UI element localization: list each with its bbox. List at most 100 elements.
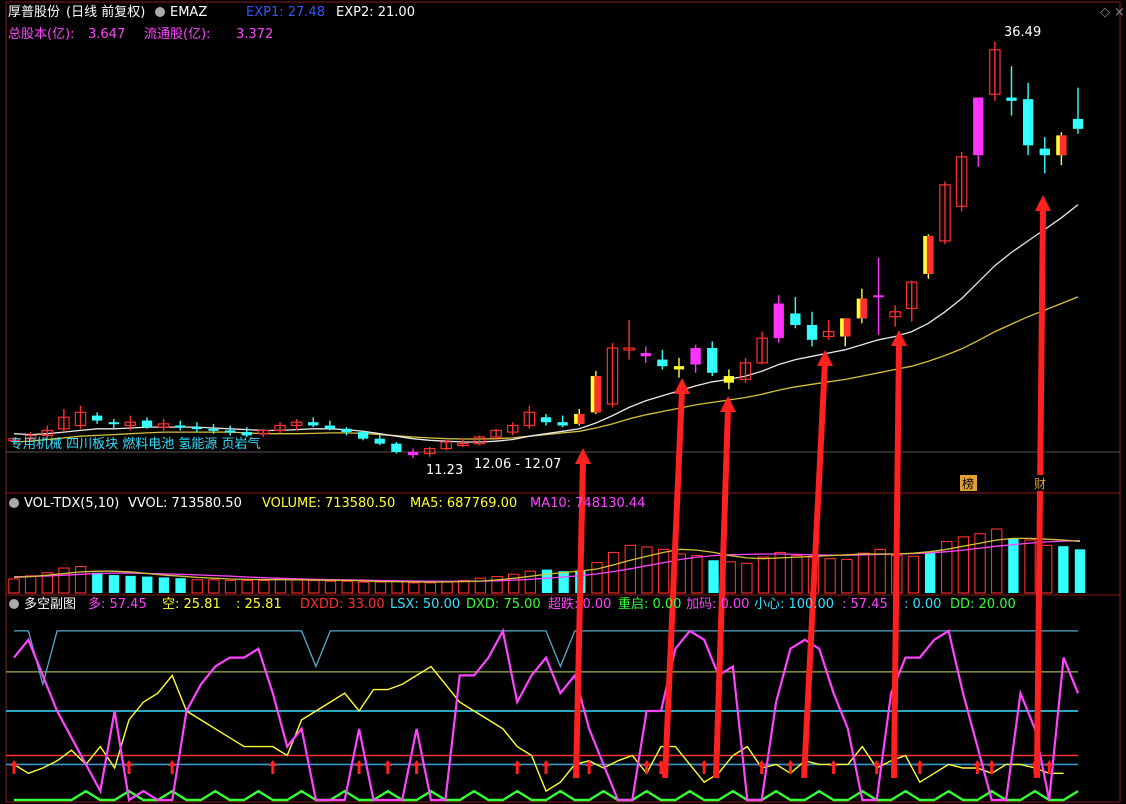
candle-body <box>873 295 884 298</box>
volume-value: VOLUME: 713580.50 <box>262 496 395 511</box>
volume-title[interactable]: VOL-TDX(5,10) <box>24 496 119 511</box>
volume-bar <box>691 555 703 594</box>
volume-bar <box>208 579 220 594</box>
float-shares-value: 3.372 <box>236 27 273 42</box>
annotation-arrow-head <box>1035 195 1051 211</box>
candle-body <box>141 420 153 428</box>
close-icon[interactable]: × <box>1114 5 1125 20</box>
annotation-arrow-head <box>891 330 907 346</box>
volume-bar <box>408 582 420 594</box>
ma10-value: MA10: 748130.44 <box>530 496 645 511</box>
volume-bar <box>1024 539 1036 594</box>
candle-body <box>1022 99 1034 146</box>
settings-diamond-icon[interactable]: ◇ <box>1100 5 1110 20</box>
ind-chongqi: 重启: 0.00 <box>618 596 681 612</box>
indicator-dropdown-icon[interactable] <box>155 7 165 17</box>
volume-bar <box>158 577 170 593</box>
low-price-label: 11.23 <box>426 463 463 478</box>
sector-tags: 专用机械 四川板块 燃料电池 氢能源 页岩气 <box>10 436 261 452</box>
candle-body <box>657 359 668 367</box>
volume-bar <box>741 562 753 594</box>
volume-bar <box>92 572 103 593</box>
volume-bar <box>441 581 453 594</box>
volume-bar <box>391 580 403 594</box>
volume-bar <box>142 576 153 593</box>
volume-bar <box>558 571 569 593</box>
annotation-arrows <box>573 195 1051 779</box>
annotation-arrow-head <box>575 448 591 464</box>
period-label: (日线 前复权) <box>66 4 145 20</box>
volume-bar <box>424 582 437 594</box>
badge-finance-text: 财 <box>1034 477 1046 491</box>
candle-body <box>191 427 203 430</box>
up-arrow-icon <box>829 760 838 774</box>
up-arrow-icon <box>513 760 522 774</box>
total-shares-label: 总股本(亿): <box>8 27 75 42</box>
volume-panel <box>8 528 1086 594</box>
volume-bar <box>507 573 520 594</box>
volume-bar <box>708 560 719 593</box>
candle-body <box>1006 97 1017 101</box>
volume-bar <box>1008 538 1019 593</box>
up-arrow-icon <box>542 760 550 774</box>
outer-frame <box>5 1 1121 803</box>
candle-body <box>407 451 419 456</box>
indicator-series-line <box>13 627 1080 802</box>
volume-bar <box>607 551 620 594</box>
volume-bar <box>907 555 920 594</box>
volume-bar <box>791 555 803 594</box>
ind-duo: 多: 57.45 <box>88 596 147 612</box>
up-arrow-icon <box>915 760 924 774</box>
candle-body <box>707 348 718 373</box>
candle-body <box>91 415 103 421</box>
volume-bar <box>274 578 287 594</box>
ind-kong: 空: 25.81 <box>162 597 221 612</box>
volume-bar <box>308 579 320 594</box>
volume-bar <box>1074 549 1086 593</box>
candle-body <box>773 303 784 339</box>
up-arrow-icon <box>700 760 709 774</box>
candle-body <box>224 430 236 433</box>
candle-body <box>1072 118 1084 129</box>
volume-bar <box>241 579 253 594</box>
candle-body <box>241 432 252 436</box>
volume-bar <box>108 575 120 593</box>
volume-bar <box>841 558 853 594</box>
candle-body <box>690 348 701 365</box>
candle-body <box>308 422 319 426</box>
candle-body-overlay <box>843 318 851 337</box>
volume-bar <box>258 579 270 594</box>
volume-bar <box>657 548 670 594</box>
candle-body <box>790 313 801 325</box>
ind-lsx: LSX: 50.00 <box>390 597 460 612</box>
candle-body <box>673 366 685 370</box>
ind-dd: DD: 20.00 <box>950 597 1016 612</box>
candle-body <box>973 97 984 156</box>
volume-bar <box>191 579 203 594</box>
indicator-panel <box>6 627 1080 802</box>
volume-bar <box>24 575 37 594</box>
volume-bar <box>1058 546 1069 593</box>
ind-title[interactable]: 多空副图 <box>24 596 76 612</box>
volume-bar <box>458 579 470 594</box>
volume-dropdown-icon[interactable] <box>9 498 19 508</box>
stock-chart: 厚普股份 (日线 前复权) EMAZ EXP1: 27.48 EXP2: 21.… <box>5 1 1125 803</box>
up-arrow-icon <box>383 760 392 774</box>
up-arrow-icon <box>268 760 277 774</box>
volume-bar <box>757 556 770 594</box>
annotation-arrow-shaft <box>801 361 828 779</box>
candle-body <box>324 425 336 429</box>
ind-blank1: : 25.81 <box>236 597 282 612</box>
indicator-panel-dropdown-icon[interactable] <box>9 599 19 609</box>
candle-body-overlay <box>926 235 934 274</box>
candle-body <box>1039 148 1050 156</box>
candle-body <box>540 417 552 423</box>
volume-bar <box>641 546 653 594</box>
up-arrow-icon <box>125 760 134 774</box>
indicator-name[interactable]: EMAZ <box>170 5 207 20</box>
volume-bar <box>824 558 836 594</box>
badge-rank-text: 榜 <box>962 476 974 491</box>
candle-body <box>341 428 352 433</box>
candle-body <box>391 443 402 452</box>
volume-bar <box>8 578 20 594</box>
